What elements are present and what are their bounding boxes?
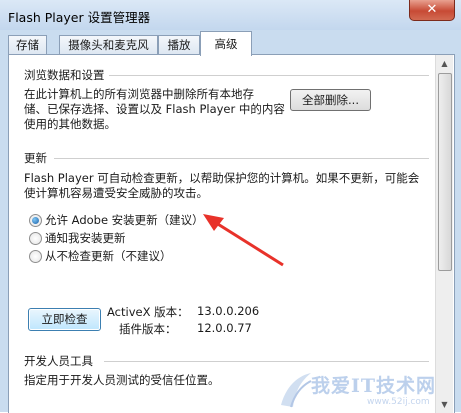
browsing-desc-line-1: 在此计算机上的所有浏览器中删除所有本地存	[24, 87, 254, 101]
developer-heading: 开发人员工具	[24, 354, 93, 368]
scroll-down-icon[interactable]: ▼	[436, 396, 453, 413]
title-bar[interactable]: Flash Player 设置管理器 ✕	[0, 0, 461, 30]
updates-desc-line-1: Flash Player 可自动检查更新，以帮助保护您的计算机。如果不更新，可能…	[24, 171, 420, 185]
watermark-url: www.52ij.com	[367, 397, 430, 407]
close-icon: ✕	[426, 2, 438, 17]
watermark-text: 我爱IT技术网	[311, 375, 437, 397]
plugin-version-value: 12.0.0.77	[197, 321, 252, 335]
updates-desc-line-2: 使计算机容易遭受安全威胁的攻击。	[24, 186, 208, 200]
developer-desc: 指定用于开发人员测试的受信任位置。	[24, 373, 220, 387]
watermark: 我爱IT技术网 www.52ij.com	[277, 367, 437, 411]
close-button[interactable]: ✕	[409, 0, 455, 21]
divider	[104, 361, 429, 362]
radio-button[interactable]	[29, 232, 42, 245]
browsing-desc-line-3: 使用的其他数据。	[24, 117, 116, 131]
browsing-desc-line-2: 储、已保存选择、设置以及 Flash Player 中的内容	[24, 102, 285, 116]
tab-camera-mic[interactable]: 摄像头和麦克风	[59, 35, 158, 55]
tab-strip: 存储 摄像头和麦克风 播放 高级	[8, 31, 453, 56]
updates-heading: 更新	[24, 151, 47, 165]
radio-button[interactable]	[29, 214, 42, 227]
radio-label: 从不检查更新（不建议）	[45, 249, 172, 263]
radio-label: 允许 Adobe 安装更新（建议）	[45, 213, 204, 227]
tab-storage[interactable]: 存储	[8, 35, 47, 55]
window-title: Flash Player 设置管理器	[8, 10, 151, 25]
activex-version-value: 13.0.0.206	[197, 304, 260, 318]
annotation-arrow-icon	[203, 214, 284, 267]
advanced-panel: 浏览数据和设置 在此计算机上的所有浏览器中删除所有本地存 储、已保存选择、设置以…	[8, 54, 455, 413]
check-now-button[interactable]: 立即检查	[28, 308, 101, 331]
browsing-heading: 浏览数据和设置	[24, 68, 105, 82]
watermark-logo-icon	[281, 373, 312, 408]
settings-window: Flash Player 设置管理器 ✕ 存储 摄像头和麦克风 播放 高级 浏览…	[0, 0, 461, 413]
tab-playback[interactable]: 播放	[158, 35, 200, 55]
radio-label: 通知我安装更新	[45, 231, 126, 245]
tab-advanced[interactable]: 高级	[200, 31, 252, 56]
activex-version-label: ActiveX 版本：	[107, 305, 189, 319]
scroll-thumb[interactable]	[438, 73, 452, 271]
scroll-up-icon[interactable]: ▲	[436, 55, 453, 72]
divider	[54, 158, 429, 159]
delete-all-button[interactable]: 全部删除...	[290, 89, 371, 111]
divider	[109, 75, 429, 76]
plugin-version-label: 插件版本：	[119, 322, 177, 336]
radio-button[interactable]	[29, 250, 42, 263]
vertical-scrollbar[interactable]: ▲ ▼	[435, 55, 453, 413]
